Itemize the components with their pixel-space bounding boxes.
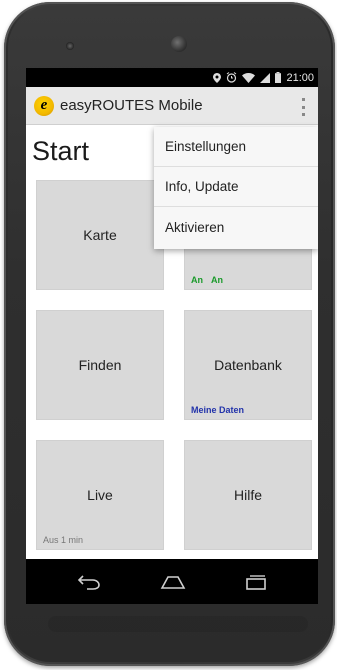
- tile-label: Finden: [78, 357, 122, 373]
- tile-hilfe[interactable]: Hilfe: [185, 441, 311, 549]
- menu-item-info-update[interactable]: Info, Update: [154, 167, 318, 207]
- status-value-on: An: [211, 275, 223, 285]
- tile-sub-label: Aus 1 min: [43, 535, 84, 545]
- tile-label: Karte: [83, 227, 117, 243]
- tile-karte[interactable]: Karte: [37, 181, 163, 289]
- overflow-menu: Einstellungen Info, Update Aktivieren: [154, 127, 318, 249]
- back-icon[interactable]: [77, 574, 101, 590]
- status-bar: 21:00: [26, 68, 318, 87]
- tile-label: Datenbank: [214, 357, 282, 373]
- bottom-speaker: [48, 616, 308, 632]
- tile-label: Hilfe: [233, 487, 262, 503]
- menu-item-aktivieren[interactable]: Aktivieren: [154, 207, 318, 247]
- signal-icon: [260, 72, 271, 83]
- status-time: 21:00: [286, 71, 314, 84]
- menu-item-einstellungen[interactable]: Einstellungen: [154, 127, 318, 167]
- front-camera-icon: [171, 36, 187, 52]
- tile-sub-label: Meine Daten: [191, 405, 245, 415]
- action-bar: e easyROUTES Mobile: [26, 87, 318, 125]
- tile-datenbank[interactable]: Datenbank Meine Daten: [185, 311, 311, 419]
- alarm-icon: [227, 72, 237, 83]
- tile-finden[interactable]: Finden: [37, 311, 163, 419]
- app-logo-icon: e: [34, 95, 54, 116]
- overflow-menu-icon[interactable]: [300, 98, 306, 116]
- recents-icon[interactable]: [245, 574, 267, 590]
- page-title: Start: [32, 136, 90, 166]
- tile-status-values: An An: [191, 275, 223, 285]
- status-value-on: An: [191, 275, 203, 285]
- battery-icon: [275, 72, 282, 83]
- tile-label: Live: [87, 487, 113, 503]
- navigation-bar: [26, 559, 318, 604]
- sensor-icon: [66, 42, 74, 50]
- screen: 21:00 e easyROUTES Mobile Start Karte An…: [26, 68, 318, 604]
- tile-live[interactable]: Live Aus 1 min: [37, 441, 163, 549]
- location-icon: [213, 72, 222, 83]
- home-icon[interactable]: [160, 574, 186, 590]
- app-title: easyROUTES Mobile: [60, 97, 203, 114]
- wifi-icon: [242, 72, 256, 83]
